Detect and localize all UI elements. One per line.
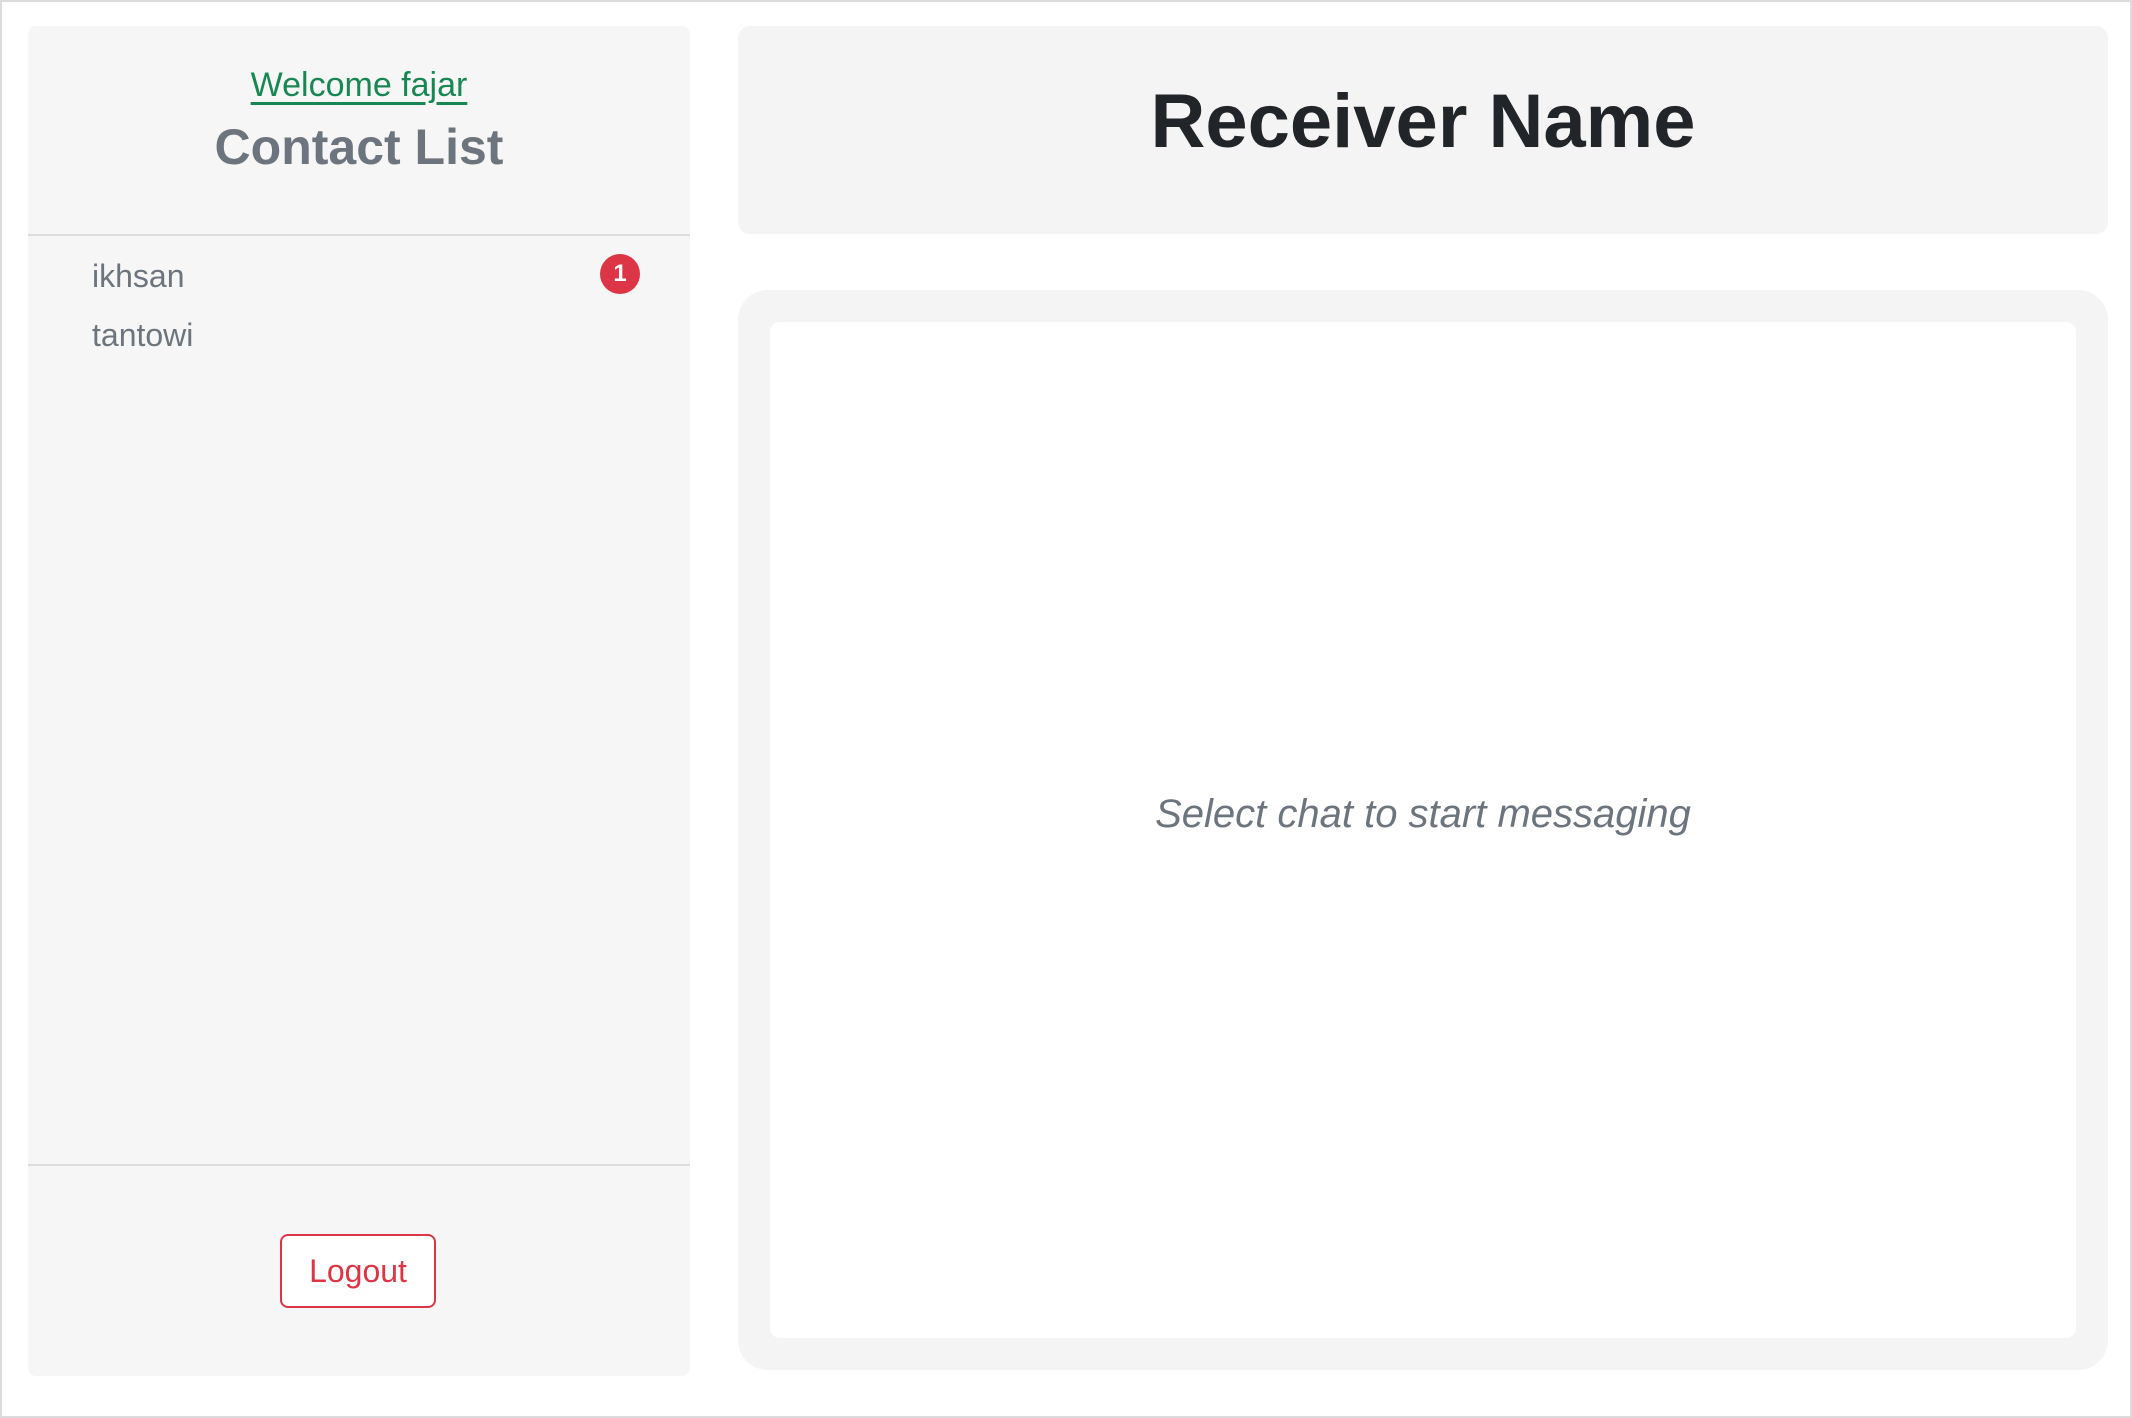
sidebar-header: Welcome fajar Contact List — [28, 26, 690, 236]
unread-badge: 1 — [600, 254, 640, 294]
contact-item-tantowi[interactable]: tantowi — [28, 297, 690, 369]
sidebar-footer: Logout — [28, 1164, 690, 1376]
receiver-name: Receiver Name — [1150, 79, 1696, 164]
contact-name: tantowi — [92, 317, 194, 353]
welcome-link[interactable]: Welcome fajar — [28, 66, 690, 105]
receiver-header: Receiver Name — [738, 26, 2108, 234]
app-frame: Welcome fajar Contact List ikhsan 1 tant… — [0, 0, 2132, 1418]
contact-list-title: Contact List — [214, 119, 504, 175]
contact-name: ikhsan — [92, 258, 185, 294]
chat-panel: Select chat to start messaging — [738, 290, 2108, 1370]
empty-chat-placeholder: Select chat to start messaging — [1155, 792, 1691, 836]
sidebar: Welcome fajar Contact List ikhsan 1 tant… — [28, 26, 690, 1376]
message-area: Select chat to start messaging — [770, 322, 2076, 1338]
logout-button[interactable]: Logout — [280, 1234, 436, 1308]
contact-list: ikhsan 1 tantowi — [28, 238, 690, 1186]
